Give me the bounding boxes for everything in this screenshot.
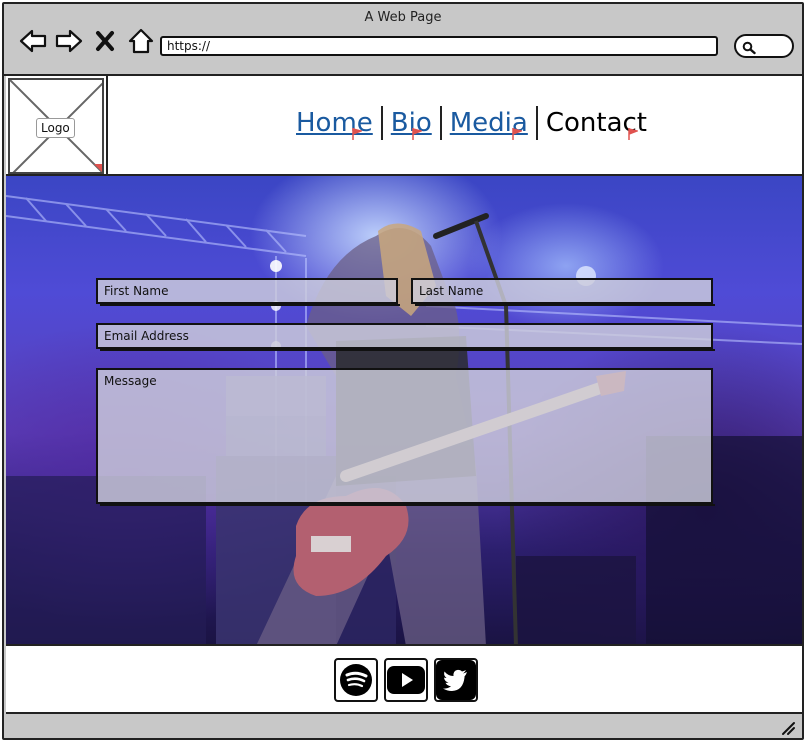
logo-placeholder[interactable]: Logo [8, 78, 104, 174]
browser-nav-controls [18, 26, 156, 56]
youtube-icon [387, 666, 425, 694]
last-name-field[interactable]: Last Name [411, 278, 715, 306]
email-field[interactable]: Email Address [96, 323, 715, 351]
spotify-link[interactable] [334, 658, 378, 702]
flag-icon [412, 128, 422, 140]
nav-link-home[interactable]: Home [288, 106, 381, 140]
browser-window: A Web Page https:// Logo Home Bio Media … [2, 2, 804, 740]
logo-label: Logo [36, 118, 75, 138]
first-name-field[interactable]: First Name [96, 278, 400, 306]
site-footer [6, 646, 802, 714]
browser-search-field[interactable] [734, 34, 794, 58]
flag-icon [628, 128, 638, 140]
browser-titlebar: A Web Page https:// [4, 4, 802, 76]
resize-grip-icon[interactable] [780, 720, 796, 736]
forward-arrow-icon[interactable] [54, 26, 84, 56]
header-divider [106, 76, 108, 176]
twitter-icon [436, 660, 476, 700]
youtube-link[interactable] [384, 658, 428, 702]
address-bar[interactable]: https:// [160, 36, 718, 56]
home-icon[interactable] [126, 26, 156, 56]
site-header: Logo Home Bio Media Contact [6, 76, 802, 176]
flag-icon [512, 128, 522, 140]
hero-concert-photo: First Name Last Name Email Address Messa… [6, 176, 802, 646]
flag-icon [352, 128, 362, 140]
search-icon [742, 41, 756, 55]
browser-statusbar [6, 714, 802, 738]
close-icon[interactable] [90, 26, 120, 56]
back-arrow-icon[interactable] [18, 26, 48, 56]
twitter-link[interactable] [434, 658, 478, 702]
spotify-icon [340, 664, 372, 696]
main-navigation: Home Bio Media Contact [288, 106, 655, 140]
message-textarea[interactable]: Message [96, 368, 715, 506]
window-title: A Web Page [364, 10, 442, 25]
